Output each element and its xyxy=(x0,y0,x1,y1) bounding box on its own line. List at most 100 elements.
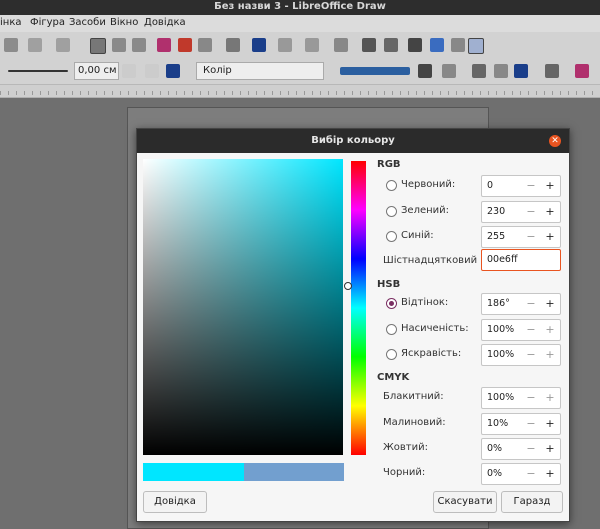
color-field[interactable] xyxy=(143,159,343,455)
image-icon[interactable] xyxy=(157,38,171,52)
glue-point-icon[interactable] xyxy=(575,64,589,78)
brightness-spinbox[interactable]: 100% − + xyxy=(481,344,561,366)
menu-help[interactable]: Довідка xyxy=(144,17,186,28)
close-icon[interactable]: ✕ xyxy=(549,135,561,147)
shadow-icon[interactable] xyxy=(418,64,432,78)
saturation-spinbox[interactable]: 100% − + xyxy=(481,319,561,341)
ok-button[interactable]: Гаразд xyxy=(501,491,563,513)
cyan-value[interactable]: 100% xyxy=(487,392,514,403)
plus-icon[interactable]: + xyxy=(541,464,559,484)
minus-icon[interactable]: − xyxy=(522,439,540,459)
menu-window[interactable]: Вікно xyxy=(110,17,138,28)
plus-icon[interactable]: + xyxy=(541,388,559,408)
magenta-value[interactable]: 10% xyxy=(487,418,508,429)
line-width-field[interactable]: 0,00 см xyxy=(74,62,119,80)
menu-tools[interactable]: Засоби xyxy=(69,17,106,28)
plus-icon[interactable]: + xyxy=(541,320,559,340)
title-bar: Без назви 3 - LibreOffice Draw xyxy=(0,0,600,15)
menu-image[interactable]: інка xyxy=(0,17,21,28)
plus-icon[interactable]: + xyxy=(541,176,559,196)
minus-icon[interactable]: − xyxy=(522,464,540,484)
hue-spinbox[interactable]: 186° − + xyxy=(481,293,561,315)
points-icon[interactable] xyxy=(408,38,422,52)
align-icon[interactable] xyxy=(278,38,292,52)
brightness-value[interactable]: 100% xyxy=(487,349,514,360)
yellow-value[interactable]: 0% xyxy=(487,443,502,454)
minus-icon[interactable]: − xyxy=(522,227,540,247)
minus-icon[interactable]: − xyxy=(522,388,540,408)
plus-icon[interactable]: + xyxy=(541,202,559,222)
undo-icon[interactable] xyxy=(28,38,42,52)
hex-value[interactable]: 00e6ff xyxy=(487,254,518,265)
fill-color-swatch[interactable] xyxy=(340,67,410,75)
flip-icon[interactable] xyxy=(472,64,486,78)
green-spinbox[interactable]: 230 − + xyxy=(481,201,561,223)
redo-icon[interactable] xyxy=(56,38,70,52)
yellow-spinbox[interactable]: 0% − + xyxy=(481,438,561,460)
plus-icon[interactable] xyxy=(145,64,159,78)
hand-icon[interactable] xyxy=(4,38,18,52)
cmyk-heading: CMYK xyxy=(377,372,410,383)
glue-icon[interactable] xyxy=(430,38,444,52)
hue-value[interactable]: 186° xyxy=(487,298,510,309)
hue-slider-handle[interactable] xyxy=(344,282,352,290)
help-button[interactable]: Довідка xyxy=(143,491,207,513)
crop-icon[interactable] xyxy=(384,38,398,52)
hue-radio[interactable] xyxy=(386,298,397,309)
plus-icon[interactable]: + xyxy=(541,294,559,314)
helplines-icon[interactable] xyxy=(112,38,126,52)
black-value[interactable]: 0% xyxy=(487,468,502,479)
blue-radio[interactable] xyxy=(386,231,397,242)
line-color-icon[interactable] xyxy=(468,38,484,54)
brightness-radio[interactable] xyxy=(386,349,397,360)
distribute-icon[interactable] xyxy=(334,38,348,52)
fill-type-select[interactable]: Колір xyxy=(196,62,324,80)
minus-icon[interactable]: − xyxy=(522,345,540,365)
minus-icon[interactable]: − xyxy=(522,202,540,222)
red-radio[interactable] xyxy=(386,180,397,191)
rotate-icon[interactable] xyxy=(545,64,559,78)
green-value[interactable]: 230 xyxy=(487,206,505,217)
saturation-label: Насиченість: xyxy=(401,323,469,334)
special-char-icon[interactable] xyxy=(198,38,212,52)
line-style-icon[interactable] xyxy=(8,70,68,72)
minus-icon[interactable]: − xyxy=(522,294,540,314)
menu-shape[interactable]: Фігура xyxy=(30,17,65,28)
minus-icon[interactable] xyxy=(122,64,136,78)
fontwork-icon[interactable] xyxy=(226,38,240,52)
minus-icon[interactable]: − xyxy=(522,414,540,434)
blue-value[interactable]: 255 xyxy=(487,231,505,242)
textbox-icon[interactable] xyxy=(178,38,192,52)
hue-slider[interactable] xyxy=(351,161,366,455)
minus-icon[interactable]: − xyxy=(522,320,540,340)
black-spinbox[interactable]: 0% − + xyxy=(481,463,561,485)
flip-vertical-icon[interactable] xyxy=(494,64,508,78)
saturation-radio[interactable] xyxy=(386,324,397,335)
cyan-spinbox[interactable]: 100% − + xyxy=(481,387,561,409)
red-value[interactable]: 0 xyxy=(487,180,493,191)
plus-icon[interactable]: + xyxy=(541,414,559,434)
blue-spinbox[interactable]: 255 − + xyxy=(481,226,561,248)
red-spinbox[interactable]: 0 − + xyxy=(481,175,561,197)
plus-icon[interactable]: + xyxy=(541,227,559,247)
horizontal-ruler[interactable] xyxy=(0,85,600,98)
cyan-label: Блакитний: xyxy=(383,391,444,402)
plus-icon[interactable]: + xyxy=(541,439,559,459)
hex-input[interactable]: 00e6ff xyxy=(481,249,561,271)
line-color-icon[interactable] xyxy=(166,64,180,78)
hue-label: Відтінок: xyxy=(401,297,449,308)
cancel-button[interactable]: Скасувати xyxy=(433,491,497,513)
green-radio[interactable] xyxy=(386,206,397,217)
minus-icon[interactable]: − xyxy=(522,176,540,196)
area-icon[interactable] xyxy=(514,64,528,78)
magenta-spinbox[interactable]: 10% − + xyxy=(481,413,561,435)
transform-icon[interactable] xyxy=(252,38,266,52)
saturation-value[interactable]: 100% xyxy=(487,324,514,335)
grid-icon[interactable] xyxy=(90,38,106,54)
toggle-extrusion-icon[interactable] xyxy=(451,38,465,52)
arrange-icon[interactable] xyxy=(305,38,319,52)
plus-icon[interactable]: + xyxy=(541,345,559,365)
shadow-icon[interactable] xyxy=(362,38,376,52)
transparency-icon[interactable] xyxy=(442,64,456,78)
zoom-icon[interactable] xyxy=(132,38,146,52)
